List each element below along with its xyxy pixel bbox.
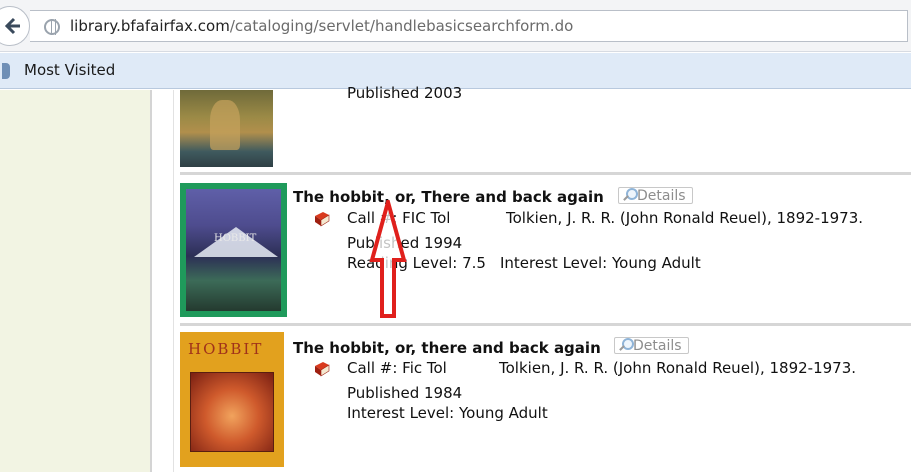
address-bar[interactable]: library.bfafairfax.com/cataloging/servle… [30, 10, 908, 42]
book-icon [315, 212, 330, 227]
url-text: library.bfafairfax.com/cataloging/servle… [70, 17, 573, 35]
interest-level-text: Interest Level: Young Adult [500, 254, 701, 272]
globe-icon [44, 19, 60, 35]
cover-title-text: HOBBIT [214, 233, 257, 244]
back-button[interactable] [0, 6, 30, 46]
book-cover-image[interactable]: HOBBIT [180, 183, 287, 317]
magnifier-icon [621, 188, 638, 202]
bookmark-folder-icon [2, 63, 10, 79]
call-number: Call #: Fic Tol [347, 359, 447, 377]
result-divider [180, 323, 911, 326]
results-gutter [154, 90, 174, 472]
cover-art: HOBBIT [186, 189, 281, 311]
details-label: Details [637, 188, 686, 204]
details-button[interactable]: Details [618, 187, 693, 204]
result-title-link[interactable]: The hobbit, or, there and back again [293, 339, 601, 357]
details-label: Details [633, 338, 682, 354]
url-host: library.bfafairfax.com [70, 17, 230, 35]
left-sidebar [0, 90, 152, 472]
cover-title-text: HOBBIT [188, 340, 264, 358]
browser-toolbar: library.bfafairfax.com/cataloging/servle… [0, 0, 911, 52]
author-text[interactable]: Tolkien, J. R. R. (John Ronald Reuel), 1… [506, 209, 863, 227]
details-button[interactable]: Details [614, 337, 689, 354]
published-text: Published 1984 [347, 384, 463, 402]
url-path: /cataloging/servlet/handlebasicsearchfor… [229, 17, 574, 35]
book-icon [315, 362, 330, 377]
cover-art [190, 372, 274, 452]
author-text[interactable]: Tolkien, J. R. R. (John Ronald Reuel), 1… [499, 359, 856, 377]
bookmark-most-visited[interactable]: Most Visited [24, 61, 115, 79]
result-divider [180, 172, 911, 175]
annotation-arrow [369, 200, 407, 318]
book-cover-image[interactable]: HOBBIT [180, 332, 284, 467]
interest-level-text: Interest Level: Young Adult [347, 404, 548, 422]
book-cover-image[interactable] [180, 90, 273, 167]
magnifier-icon [617, 338, 634, 352]
result-title-link[interactable]: The hobbit, or, There and back again [293, 188, 604, 206]
back-arrow-icon [5, 17, 20, 35]
published-text: Published 2003 [347, 84, 463, 102]
